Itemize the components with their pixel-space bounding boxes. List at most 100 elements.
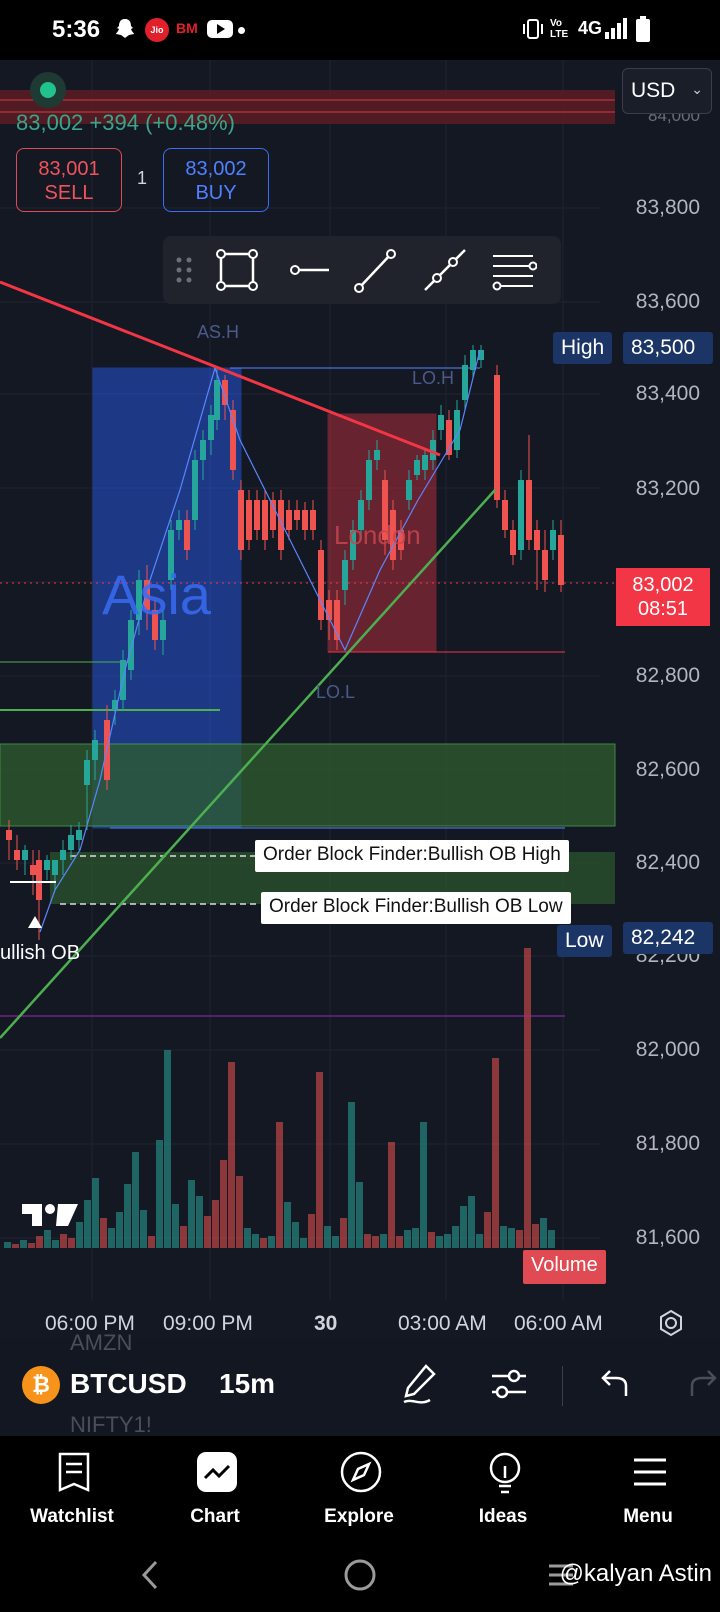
candle: [294, 510, 300, 520]
asia-high-label: AS.H: [197, 322, 240, 342]
volume-bar: [412, 1228, 419, 1248]
london-low-label: LO.L: [316, 682, 356, 702]
time-label-date: 30: [314, 1312, 338, 1335]
candle: [208, 415, 214, 440]
quote-line: 83,002 +394 (+0.48%): [16, 110, 235, 135]
london-session-label: London: [334, 520, 421, 550]
candle: [414, 460, 420, 475]
volume-bar: [380, 1234, 387, 1248]
volume-bar: [476, 1234, 483, 1248]
notification-dot-icon: [238, 27, 245, 34]
candle: [68, 835, 74, 850]
candle: [30, 865, 36, 875]
buy-button[interactable]: 83,002 BUY: [163, 148, 269, 212]
back-icon[interactable]: [138, 1558, 162, 1592]
volte-icon: Vo LTE: [550, 18, 569, 40]
bitcoin-icon: ₿: [22, 1366, 60, 1404]
volume-bar: [220, 1160, 227, 1248]
candle: [92, 740, 98, 760]
volume-bar: [460, 1206, 467, 1248]
price-axis-label: 82,000: [635, 1038, 700, 1061]
chart-settings-gear-icon[interactable]: [656, 1308, 686, 1338]
time-label: 03:00 AM: [398, 1312, 487, 1335]
sell-button[interactable]: 83,001 SELL: [16, 148, 122, 212]
draw-pen-icon[interactable]: [400, 1362, 440, 1406]
price-axis-label: 83,400: [635, 382, 700, 405]
home-icon[interactable]: [343, 1558, 377, 1592]
volume-bar: [180, 1226, 187, 1248]
volume-bar: [244, 1228, 251, 1248]
last-price-tag: 83,002 08:51: [616, 568, 710, 626]
candle: [422, 455, 428, 470]
chevron-down-icon: ⌄: [691, 81, 703, 97]
candle: [192, 460, 198, 520]
youtube-icon: [207, 20, 233, 38]
compass-icon: [340, 1451, 382, 1493]
london-high-label: LO.H: [412, 368, 455, 388]
candle: [214, 380, 220, 420]
nav-chart[interactable]: Chart: [155, 1436, 275, 1540]
candle: [550, 530, 556, 550]
interval-selector[interactable]: 15m: [219, 1368, 275, 1400]
volume-bar: [548, 1230, 555, 1248]
candle: [246, 500, 252, 540]
jio-badge-icon: Jio: [145, 18, 169, 42]
nav-watchlist[interactable]: Watchlist: [12, 1436, 132, 1540]
volume-indicator-label[interactable]: Volume: [523, 1250, 606, 1284]
volume-bar: [68, 1238, 75, 1248]
bullish-ob-label: ullish OB: [0, 942, 81, 964]
volume-bar: [340, 1218, 347, 1248]
volume-bar: [92, 1178, 99, 1248]
candle: [200, 440, 206, 460]
undo-icon[interactable]: [598, 1362, 632, 1406]
volume-bar: [28, 1243, 35, 1248]
vibrate-icon: [523, 19, 543, 39]
nav-ideas[interactable]: Ideas: [443, 1436, 563, 1540]
volume-bar: [292, 1222, 299, 1248]
currency-selector[interactable]: USD ⌄: [622, 68, 712, 114]
volume-bar: [372, 1236, 379, 1248]
candle: [22, 850, 28, 860]
candle: [526, 480, 532, 540]
volume-bar: [124, 1184, 131, 1248]
redo-icon[interactable]: [688, 1362, 720, 1406]
adjacent-symbol-above[interactable]: AMZN: [70, 1330, 132, 1356]
volume-bar: [364, 1234, 371, 1248]
volume-bar: [52, 1240, 59, 1248]
indicators-settings-icon[interactable]: [488, 1362, 530, 1406]
horizontal-ray-tool-icon[interactable]: [285, 246, 333, 294]
nav-label: Menu: [623, 1506, 673, 1527]
candle: [470, 350, 476, 370]
volume-bar: [316, 1072, 323, 1248]
volume-bar: [60, 1234, 67, 1248]
rectangle-tool-icon[interactable]: [213, 246, 261, 294]
battery-icon: [636, 16, 650, 42]
nav-menu[interactable]: Menu: [588, 1436, 708, 1540]
candle: [502, 500, 508, 530]
candle: [128, 620, 134, 670]
trend-line-tool-icon[interactable]: [351, 246, 399, 294]
low-value: 82,242: [623, 922, 713, 954]
quantity[interactable]: 1: [137, 168, 147, 189]
volume-bar: [252, 1234, 259, 1248]
volume-bar: [428, 1232, 435, 1248]
adjacent-symbol-below[interactable]: NIFTY1!: [70, 1412, 152, 1438]
sell-price: 83,001: [38, 158, 100, 180]
volume-bar: [12, 1244, 19, 1248]
candle: [318, 550, 324, 620]
volume-bar: [436, 1236, 443, 1248]
volume-bar: [260, 1238, 267, 1248]
fib-retracement-tool-icon[interactable]: [489, 246, 537, 294]
extended-line-tool-icon[interactable]: [421, 246, 469, 294]
volume-bar: [532, 1224, 539, 1248]
drag-handle-icon[interactable]: [169, 246, 217, 294]
candle: [254, 500, 260, 530]
chart-area[interactable]: 84,000 83,800 83,600 83,400 83,200 82,800 82,…: [0, 60, 720, 1338]
volume-bar: [308, 1214, 315, 1248]
nav-explore[interactable]: Explore: [299, 1436, 419, 1540]
volume-bar: [268, 1236, 275, 1248]
volume-bar: [540, 1218, 547, 1248]
volume-bar: [420, 1122, 427, 1248]
symbol-selector[interactable]: BTCUSD: [70, 1368, 187, 1400]
candle: [310, 510, 316, 530]
